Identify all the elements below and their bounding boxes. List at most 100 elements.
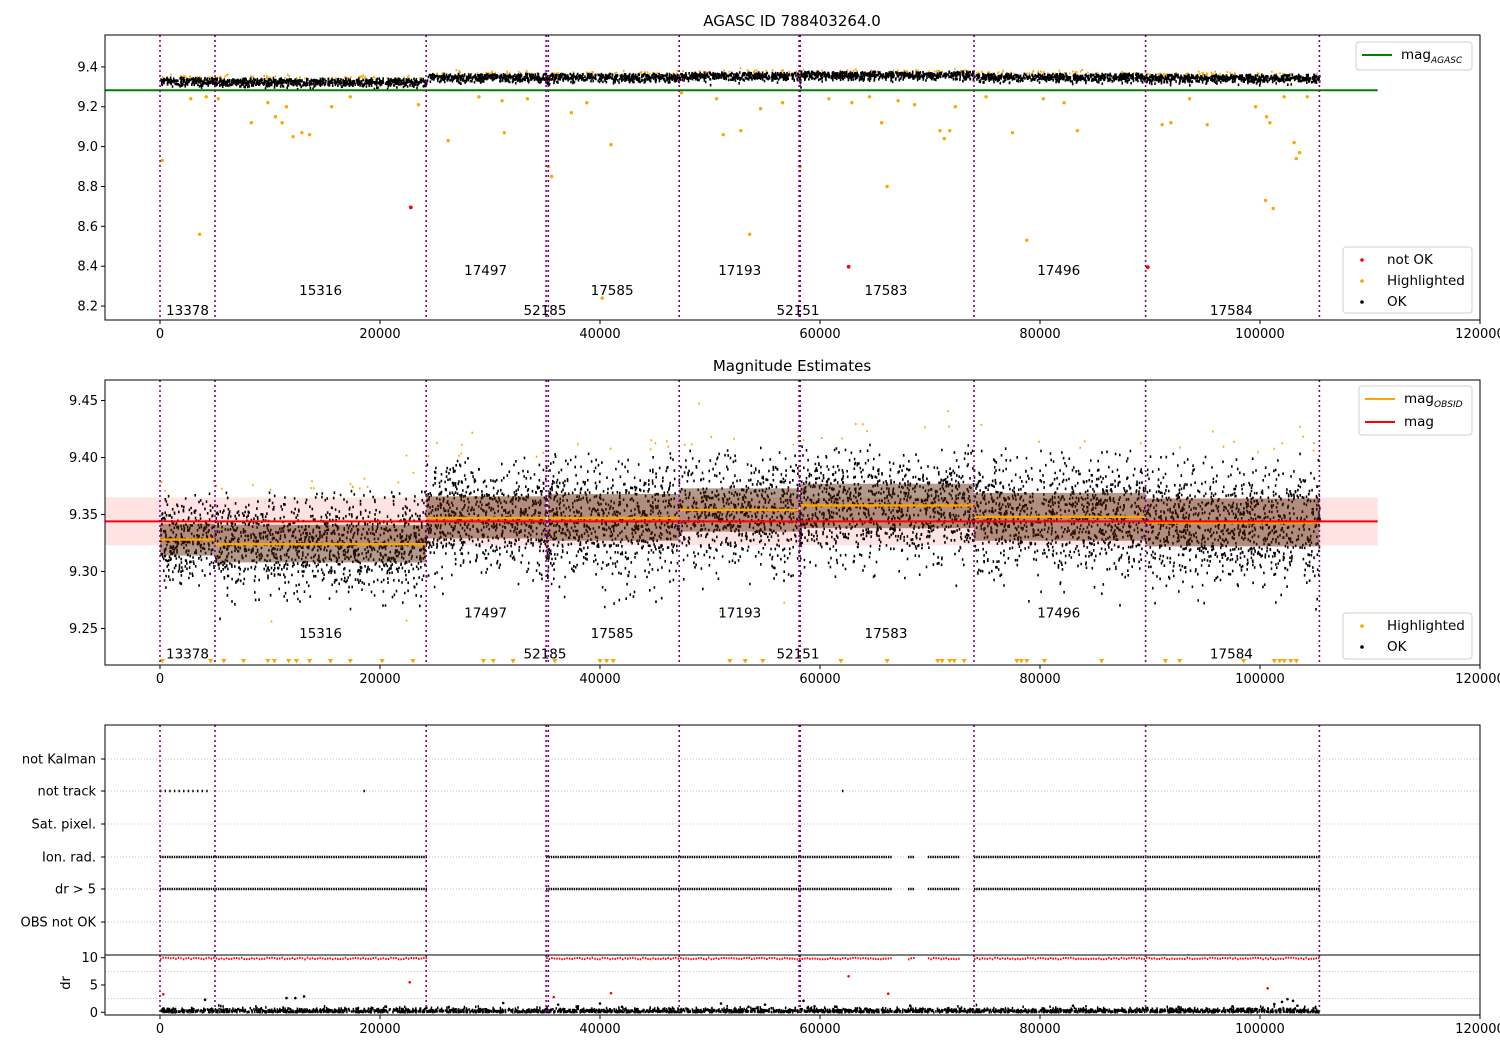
highlighted-point bbox=[867, 95, 872, 99]
obsid-label: 17584 bbox=[1210, 303, 1253, 319]
dr-ok-point bbox=[302, 995, 306, 998]
dr-not-ok-point bbox=[552, 995, 556, 999]
highlighted-point bbox=[948, 128, 952, 133]
dr-ok-point bbox=[1286, 997, 1289, 1001]
obsid-label: 17496 bbox=[1037, 263, 1080, 279]
obsid-label: 52151 bbox=[777, 303, 820, 319]
agasc-points-legend: not OK Highlighted OK bbox=[1342, 246, 1473, 314]
off-scale-markers bbox=[159, 659, 1299, 664]
x-tick-label: 0 bbox=[156, 672, 164, 687]
dr-ok-point bbox=[1177, 1005, 1180, 1009]
dr-ok-point bbox=[813, 1004, 816, 1008]
legend-highlighted-marker bbox=[1360, 279, 1364, 283]
not-ok-point bbox=[846, 264, 851, 269]
dr-ok-point bbox=[1071, 1004, 1075, 1008]
y-tick-label: 9.45 bbox=[69, 394, 98, 409]
dr-not-ok-points bbox=[160, 956, 1320, 961]
highlighted-point bbox=[1062, 101, 1066, 105]
highlighted-point bbox=[280, 120, 284, 125]
dr-ok-point bbox=[203, 998, 207, 1002]
dr-ok-point bbox=[1231, 1004, 1234, 1008]
highlighted-point bbox=[273, 115, 278, 119]
highlighted-point bbox=[780, 101, 785, 105]
x-tick-label: 20000 bbox=[359, 1022, 400, 1037]
not-ok-point bbox=[1145, 265, 1150, 270]
y-tick-label: 9.0 bbox=[77, 140, 98, 155]
dr-ok-point bbox=[620, 1005, 624, 1009]
dr-not-ok-point bbox=[1266, 986, 1269, 990]
magnitude-estimates-panel: Magnitude Estimates 9.25 9.30 9.35 9.40 9.45… bbox=[69, 357, 1500, 687]
obsid-label: 17497 bbox=[464, 263, 507, 279]
agasc-panel-title: AGASC ID 788403264.0 bbox=[703, 12, 881, 30]
mag-line-legend: magOBSID mag bbox=[1358, 385, 1473, 436]
ok-points-band bbox=[160, 70, 1321, 91]
highlighted-point bbox=[747, 232, 752, 237]
dr-ok-point bbox=[1291, 999, 1295, 1003]
highlighted-point bbox=[416, 103, 421, 107]
highlighted-point bbox=[1160, 122, 1164, 127]
highlighted-point bbox=[1025, 238, 1029, 242]
highlighted-point bbox=[348, 95, 352, 99]
highlighted-point bbox=[1205, 122, 1209, 127]
x-tick-label: 80000 bbox=[1019, 672, 1060, 687]
highlighted-point bbox=[885, 184, 889, 189]
y-tick-label: 9.35 bbox=[69, 508, 98, 523]
flag-category-label: OBS not OK bbox=[21, 916, 97, 931]
x-tick-label: 40000 bbox=[579, 672, 620, 687]
dr-not-ok-point bbox=[886, 992, 890, 996]
highlighted-point bbox=[284, 105, 289, 109]
highlighted-point bbox=[1297, 150, 1302, 155]
highlighted-point bbox=[609, 142, 613, 147]
obsid-label: 17585 bbox=[591, 626, 634, 642]
y-tick-label: 8.4 bbox=[77, 260, 98, 275]
highlighted-point bbox=[938, 128, 942, 133]
dr-ok-point bbox=[802, 999, 805, 1003]
highlighted-point bbox=[266, 101, 270, 105]
dr-ok-point bbox=[598, 1002, 602, 1005]
obsid-label: 17584 bbox=[1210, 647, 1253, 663]
flags-panel: not Kalman not track Sat. pixel. Ion. rad. d… bbox=[21, 724, 1481, 956]
obsid-label: 17497 bbox=[464, 606, 507, 622]
flags-panel-frame bbox=[104, 724, 1481, 956]
highlighted-point bbox=[216, 97, 220, 101]
y-tick-label: 8.2 bbox=[77, 300, 98, 315]
highlighted-point bbox=[739, 128, 743, 133]
highlighted-point bbox=[827, 97, 831, 101]
agasc-panel: AGASC ID 788403264.0 8.2 8.4 8.6 8.8 9.0 9.2 9… bbox=[77, 12, 1500, 342]
x-tick-label: 80000 bbox=[1019, 327, 1060, 342]
legend-ok-label-2: OK bbox=[1387, 639, 1408, 655]
highlighted-point bbox=[1253, 105, 1258, 109]
legend-ok-label: OK bbox=[1387, 294, 1408, 310]
highlighted-point bbox=[1282, 95, 1286, 99]
obsid-label: 15316 bbox=[299, 283, 342, 299]
highlighted-point bbox=[549, 174, 554, 179]
highlighted-point bbox=[1041, 97, 1046, 101]
legend-highlighted-label: Highlighted bbox=[1387, 273, 1465, 289]
highlighted-point bbox=[721, 132, 725, 137]
highlighted-point bbox=[189, 97, 193, 101]
dr-ok-point bbox=[1273, 1002, 1276, 1006]
dr-ok-point bbox=[576, 1004, 580, 1008]
highlighted-point bbox=[569, 111, 574, 115]
x-tick-label: 100000 bbox=[1235, 327, 1285, 342]
highlighted-point bbox=[1169, 120, 1173, 125]
highlighted-point bbox=[1263, 198, 1268, 203]
obsid-label: 52185 bbox=[524, 647, 567, 663]
dr-axis-label: dr bbox=[59, 976, 74, 990]
obsid-label: 17583 bbox=[865, 626, 908, 642]
obsid-label: 17585 bbox=[591, 283, 634, 299]
obsid-label: 17193 bbox=[718, 606, 761, 622]
highlighted-point bbox=[912, 103, 917, 107]
y-tick-label: 9.40 bbox=[69, 451, 98, 466]
y-tick-label: 8.8 bbox=[77, 180, 98, 195]
magnitude-estimates-title: Magnitude Estimates bbox=[713, 357, 871, 375]
highlighted-point bbox=[879, 120, 884, 125]
x-tick-label: 120000 bbox=[1455, 672, 1500, 687]
y-tick-label: 9.30 bbox=[69, 565, 98, 580]
y-tick-label: 8.6 bbox=[77, 220, 98, 235]
dr-ok-point bbox=[294, 996, 297, 1000]
obsid-label: 15316 bbox=[299, 626, 342, 642]
highlighted-point bbox=[197, 232, 202, 237]
legend-mag-label: mag bbox=[1404, 414, 1434, 430]
legend-not-ok-marker bbox=[1360, 258, 1364, 262]
